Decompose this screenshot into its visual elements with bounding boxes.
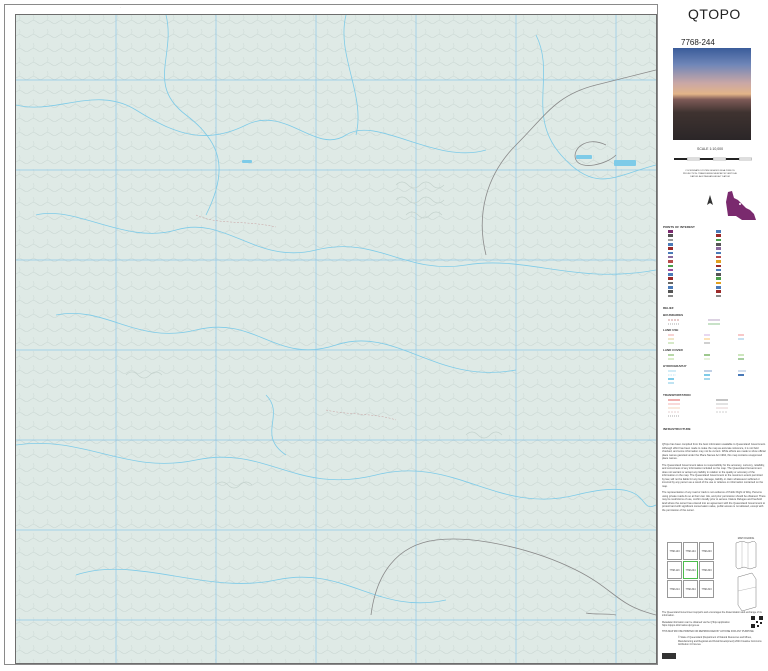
cover-photo <box>673 48 751 140</box>
adjoining-sheets-index: 7768-143 7768-144 7768-243 7768-113 7768… <box>667 542 717 602</box>
legend-column-right <box>716 230 764 299</box>
index-sheet[interactable]: 7768-214 <box>667 580 682 598</box>
locator-map <box>726 191 756 220</box>
projection-notes: COORDINATE SYSTEM GDA2020 MGA ZONE 55 PR… <box>682 170 738 178</box>
footer-paragraph: © State of Queensland (Department of Nat… <box>678 636 762 647</box>
grid-ref-label: · <box>120 5 121 9</box>
land-use-swatches <box>668 334 744 344</box>
index-sheet[interactable]: 7768-113 <box>667 561 682 579</box>
legend-heading: BOUNDARIES <box>663 313 684 317</box>
qr-code-icon[interactable] <box>751 616 763 628</box>
note-paragraph: The Queensland Government takes no respo… <box>662 463 765 488</box>
scale-label: SCALE 1:10,000 <box>697 147 724 151</box>
note-paragraph: QTopo has been compiled from the best in… <box>662 443 766 460</box>
index-sheet[interactable]: 7768-144 <box>683 542 698 560</box>
map-frame <box>4 4 658 665</box>
folding-label: MAP FOLDING <box>737 537 755 540</box>
legend-heading: TRANSPORTATION <box>663 393 691 397</box>
topographic-map[interactable] <box>15 14 657 664</box>
sheet-number: 7768-244 <box>681 38 715 47</box>
hydrography-swatches <box>668 370 746 384</box>
north-arrow-icon <box>707 195 713 205</box>
note-paragraph: The representation of any road or track … <box>662 491 766 512</box>
brand-title: QTOPO <box>688 6 741 22</box>
legend-heading: LAND COVER <box>663 348 683 352</box>
legend-heading: LAND USE <box>663 328 679 332</box>
map-graphics <box>16 15 656 663</box>
index-sheet[interactable]: 7768-143 <box>667 542 682 560</box>
index-sheet-current[interactable]: 7768-244 <box>683 561 698 579</box>
disclaimer-notes: QTopo has been compiled from the best in… <box>662 443 766 515</box>
boundary-swatches <box>668 319 720 325</box>
folding-icon <box>735 541 757 612</box>
index-sheet[interactable]: 7768-243 <box>699 542 714 560</box>
footer-paragraph: THIS MAP MAY BE PRINTED OR REPRODUCED BY… <box>662 630 754 634</box>
map-sidebar: QTOPO 7768-244 SCALE 1:10,000 COORDINATE… <box>660 0 768 671</box>
legend-column-left <box>668 230 714 299</box>
legend-heading: HYDROGRAPHY <box>663 364 687 368</box>
legend-heading: RELIEF <box>663 306 674 310</box>
legend-heading: INFRASTRUCTURE <box>663 427 691 431</box>
creative-commons-icon <box>662 653 676 659</box>
index-sheet[interactable]: 7768-313 <box>699 580 714 598</box>
transportation-swatches <box>668 399 728 417</box>
index-sheet[interactable]: 7768-344 <box>683 580 698 598</box>
scale-bar <box>674 157 752 161</box>
index-sheet[interactable]: 7768-343 <box>699 561 714 579</box>
folding-diagram: MAP FOLDING <box>730 537 762 617</box>
legend-heading: POINTS OF INTEREST <box>663 225 695 229</box>
